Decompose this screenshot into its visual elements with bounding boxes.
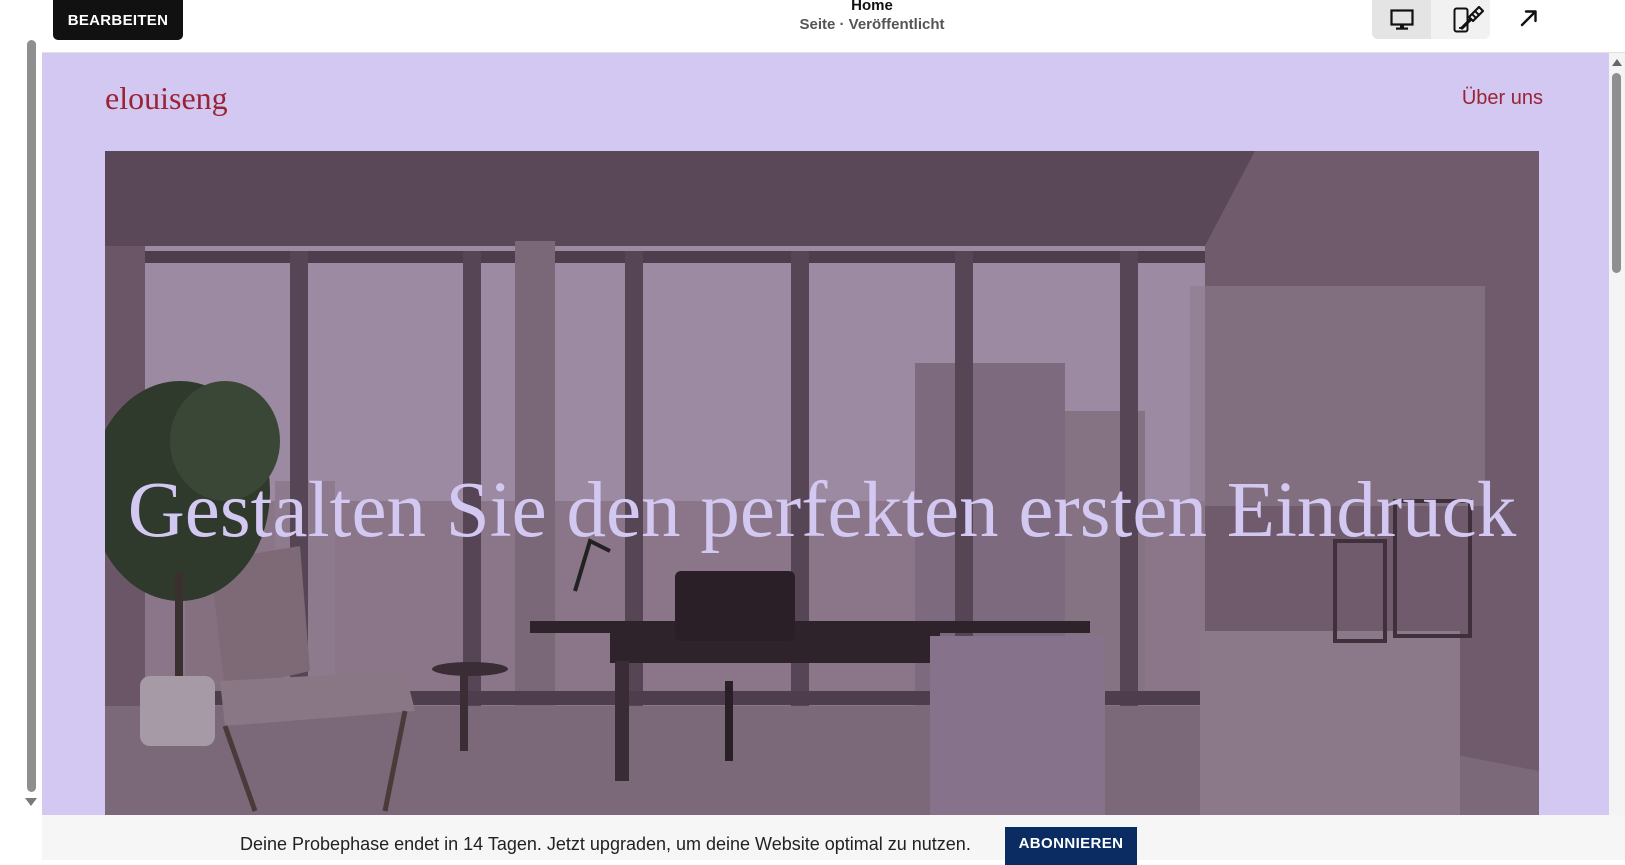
editor-toolbar: BEARBEITEN Home Seite · Veröffentlicht [42, 0, 1625, 53]
hero-heading: Gestalten Sie den perfekten ersten Eindr… [127, 467, 1517, 554]
preview-scrollbar-thumb[interactable] [1612, 73, 1621, 273]
preview-scrollbar[interactable] [1609, 53, 1625, 815]
nav-link-about[interactable]: Über uns [1462, 87, 1543, 110]
trial-message: Deine Probephase endet in 14 Tagen. Jetz… [240, 834, 971, 854]
trial-banner: Deine Probephase endet in 14 Tagen. Jetz… [42, 815, 1625, 865]
subscribe-button[interactable]: ABONNIEREN [1005, 827, 1137, 865]
scroll-down-arrow-icon[interactable] [25, 798, 37, 806]
hero-section: Gestalten Sie den perfekten ersten Eindr… [105, 151, 1539, 815]
scroll-up-arrow-icon[interactable] [1612, 59, 1622, 66]
outer-scrollbar-thumb[interactable] [27, 40, 36, 792]
page-status: Seite · Veröffentlicht [799, 16, 945, 33]
paintbrush-icon [1460, 5, 1485, 30]
edit-button[interactable]: BEARBEITEN [53, 0, 183, 40]
desktop-icon [1389, 8, 1414, 30]
open-site-button[interactable] [1509, 0, 1549, 36]
site-preview: elouiseng Über uns Gestalten Sie den per… [42, 53, 1609, 815]
site-logo[interactable]: elouiseng [105, 80, 228, 117]
desktop-view-button[interactable] [1372, 0, 1431, 39]
arrow-up-right-icon [1520, 10, 1537, 27]
outer-scrollbar[interactable] [24, 38, 36, 794]
page-title: Home [851, 0, 893, 14]
style-button[interactable] [1452, 0, 1492, 36]
